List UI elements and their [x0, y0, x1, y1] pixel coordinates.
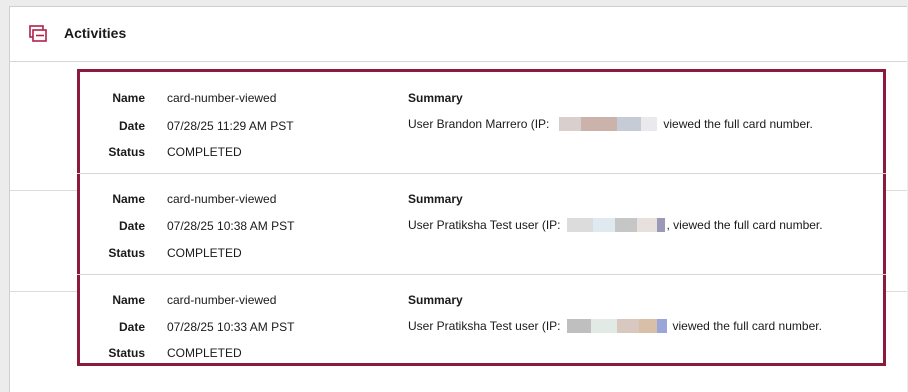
activity-date: 07/28/25 11:29 AM PST [167, 119, 294, 133]
item-separator [77, 173, 886, 174]
redacted-ip [566, 319, 667, 333]
status-label: Status [108, 145, 145, 159]
activity-status: COMPLETED [167, 346, 242, 360]
activity-summary: User Brandon Marrero (IP: viewed the ful… [408, 117, 813, 131]
summary-prefix: User Brandon Marrero (IP: [408, 117, 550, 131]
activity-date: 07/28/25 10:38 AM PST [167, 219, 295, 233]
redacted-ip [566, 218, 665, 232]
section-header: Activities [10, 7, 907, 62]
summary-label: Summary [408, 192, 463, 206]
activity-summary: User Pratiksha Test user (IP: viewed the… [408, 319, 822, 333]
activity-item[interactable]: Name card-number-viewed Date 07/28/25 10… [77, 173, 886, 273]
summary-prefix: User Pratiksha Test user (IP: [408, 319, 561, 333]
activity-date: 07/28/25 10:33 AM PST [167, 320, 295, 334]
status-label: Status [108, 346, 145, 360]
summary-label: Summary [408, 293, 463, 307]
activity-summary: User Pratiksha Test user (IP: , viewed t… [408, 218, 823, 232]
summary-suffix: viewed the full card number. [672, 319, 822, 333]
activity-name: card-number-viewed [167, 293, 277, 307]
activity-status: COMPLETED [167, 246, 242, 260]
activity-status: COMPLETED [167, 145, 242, 159]
activity-item[interactable]: Name card-number-viewed Date 07/28/25 11… [80, 72, 883, 172]
summary-label: Summary [408, 91, 463, 105]
activity-item[interactable]: Name card-number-viewed Date 07/28/25 10… [77, 274, 886, 374]
item-separator [77, 274, 886, 275]
section-title: Activities [64, 25, 127, 41]
summary-suffix: , viewed the full card number. [666, 218, 823, 232]
name-label: Name [112, 192, 145, 206]
name-label: Name [112, 91, 145, 105]
activity-name: card-number-viewed [167, 192, 277, 206]
name-label: Name [112, 293, 145, 307]
summary-prefix: User Pratiksha Test user (IP: [408, 218, 561, 232]
activity-name: card-number-viewed [167, 91, 277, 105]
summary-suffix: viewed the full card number. [663, 117, 813, 131]
status-label: Status [108, 246, 145, 260]
activities-icon [28, 24, 48, 44]
date-label: Date [118, 219, 145, 233]
date-label: Date [118, 320, 145, 334]
date-label: Date [118, 119, 145, 133]
activity-list: Name card-number-viewed Date 07/28/25 11… [77, 69, 886, 366]
redacted-ip [559, 117, 658, 131]
